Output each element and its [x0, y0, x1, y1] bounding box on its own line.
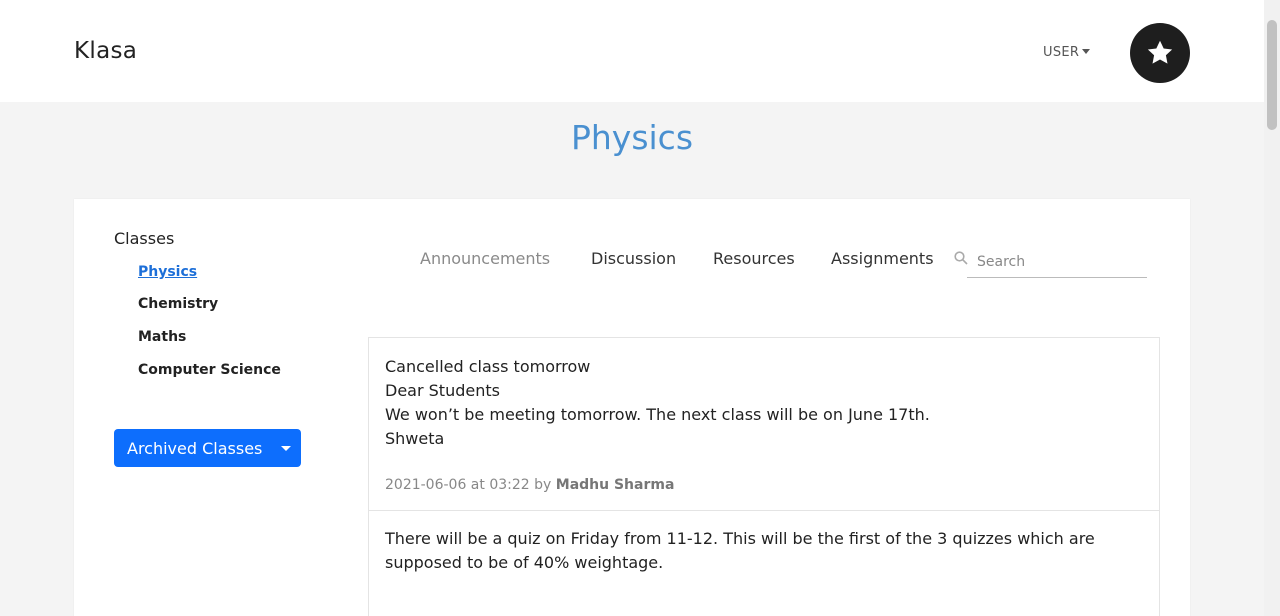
star-icon — [1147, 40, 1173, 64]
sidebar-item-computer-science[interactable]: Computer Science — [138, 362, 281, 378]
user-dropdown[interactable]: USER — [1043, 45, 1091, 60]
announcement-post: Cancelled class tomorrow Dear Students W… — [369, 338, 1159, 511]
tab-discussion[interactable]: Discussion — [591, 249, 676, 268]
announcement-post: There will be a quiz on Friday from 11-1… — [369, 511, 1159, 591]
tab-resources[interactable]: Resources — [713, 249, 795, 268]
post-body-line: There will be a quiz on Friday from 11-1… — [385, 529, 1095, 548]
tab-announcements[interactable]: Announcements — [420, 249, 550, 268]
search-icon — [954, 251, 968, 265]
post-by-label: by — [534, 477, 552, 493]
user-dropdown-label: USER — [1043, 45, 1080, 60]
sidebar-item-physics[interactable]: Physics — [138, 264, 197, 280]
page-scrollbar[interactable] — [1264, 0, 1280, 616]
tab-assignments[interactable]: Assignments — [831, 249, 934, 268]
archived-classes-label: Archived Classes — [127, 438, 263, 458]
post-title: Cancelled class tomorrow — [385, 357, 591, 376]
post-body-line: supposed to be of 40% weightage. — [385, 553, 664, 572]
archived-classes-button[interactable]: Archived Classes — [114, 429, 301, 467]
caret-down-icon — [1082, 49, 1091, 54]
class-card: Classes Physics Chemistry Maths Computer… — [74, 199, 1190, 616]
sidebar-item-chemistry[interactable]: Chemistry — [138, 296, 218, 312]
top-navbar: Klasa USER — [0, 0, 1264, 102]
classes-heading: Classes — [114, 229, 175, 248]
scrollbar-thumb[interactable] — [1267, 20, 1277, 130]
post-meta: 2021-06-06 at 03:22 by Madhu Sharma — [385, 477, 1143, 493]
post-timestamp: 2021-06-06 at 03:22 — [385, 477, 530, 493]
post-body-line: Dear Students — [385, 381, 500, 400]
caret-down-icon[interactable] — [281, 445, 291, 451]
post-body-line: We won’t be meeting tomorrow. The next c… — [385, 405, 930, 424]
post-author: Madhu Sharma — [555, 477, 675, 493]
search-input[interactable] — [967, 246, 1147, 278]
sidebar-item-maths[interactable]: Maths — [138, 329, 186, 345]
post-body-line: Shweta — [385, 429, 445, 448]
avatar[interactable] — [1130, 23, 1190, 83]
announcement-feed: Cancelled class tomorrow Dear Students W… — [368, 337, 1160, 616]
brand-logo[interactable]: Klasa — [74, 38, 137, 64]
page-title: Physics — [570, 118, 694, 157]
